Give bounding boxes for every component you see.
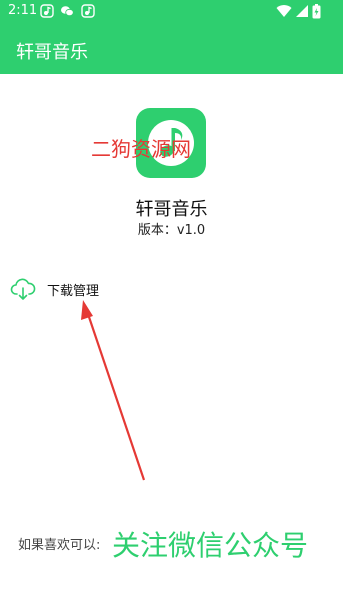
follow-wechat-cta: 关注微信公众号 xyxy=(112,529,309,562)
annotation-arrow xyxy=(81,300,146,481)
footer-prompt: 如果喜欢可以: xyxy=(18,538,101,553)
